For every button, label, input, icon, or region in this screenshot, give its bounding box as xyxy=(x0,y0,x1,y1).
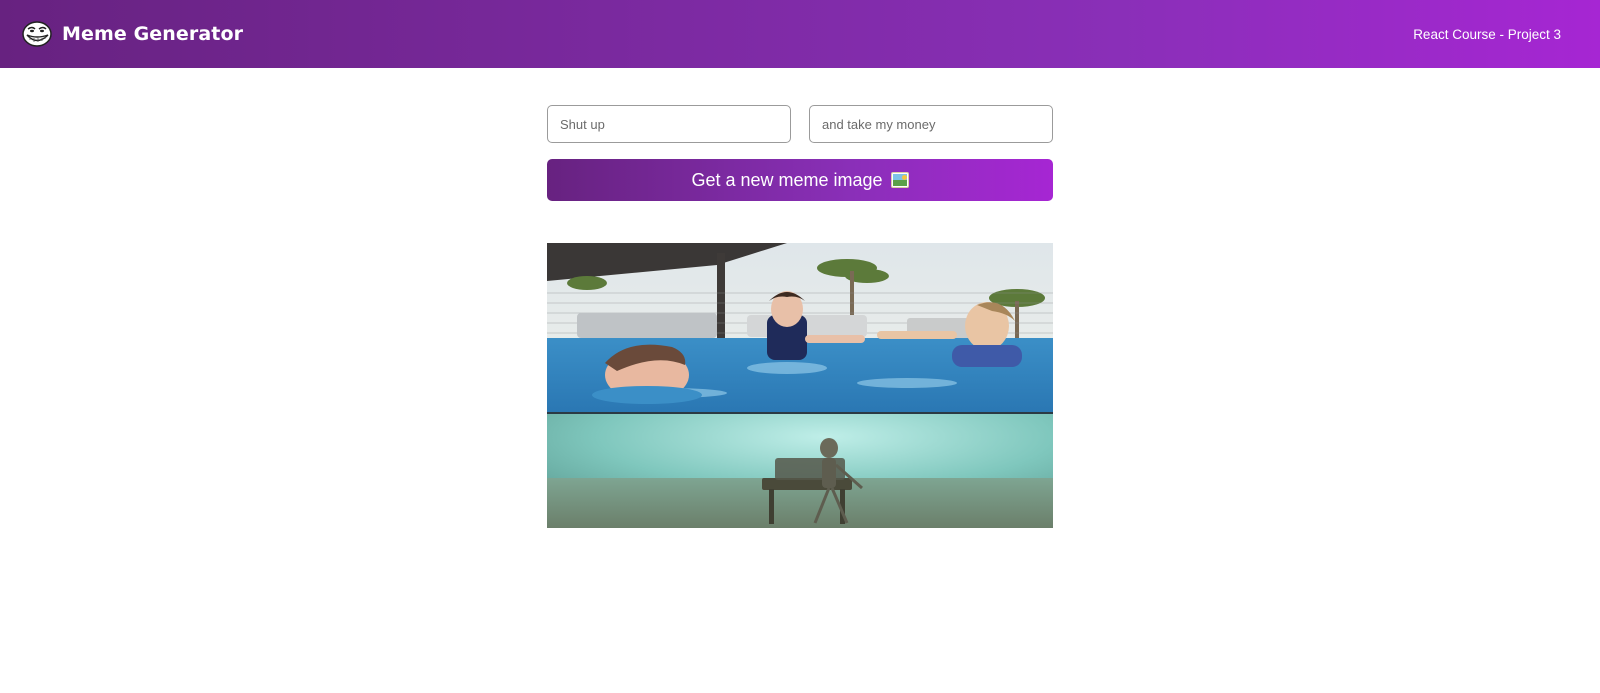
top-text-input[interactable] xyxy=(547,105,791,143)
meme-image xyxy=(547,243,1053,528)
project-label: React Course - Project 3 xyxy=(1413,26,1561,42)
troll-face-icon xyxy=(20,19,54,49)
button-label: Get a new meme image xyxy=(691,169,883,190)
meme-form: Get a new meme image xyxy=(547,105,1053,201)
framed-picture-icon xyxy=(890,172,909,188)
text-inputs xyxy=(547,105,1053,143)
get-meme-image-button[interactable]: Get a new meme image xyxy=(547,159,1053,201)
app-title: Meme Generator xyxy=(62,23,244,45)
site-header: Meme Generator React Course - Project 3 xyxy=(0,0,1600,68)
bottom-text-input[interactable] xyxy=(809,105,1053,143)
